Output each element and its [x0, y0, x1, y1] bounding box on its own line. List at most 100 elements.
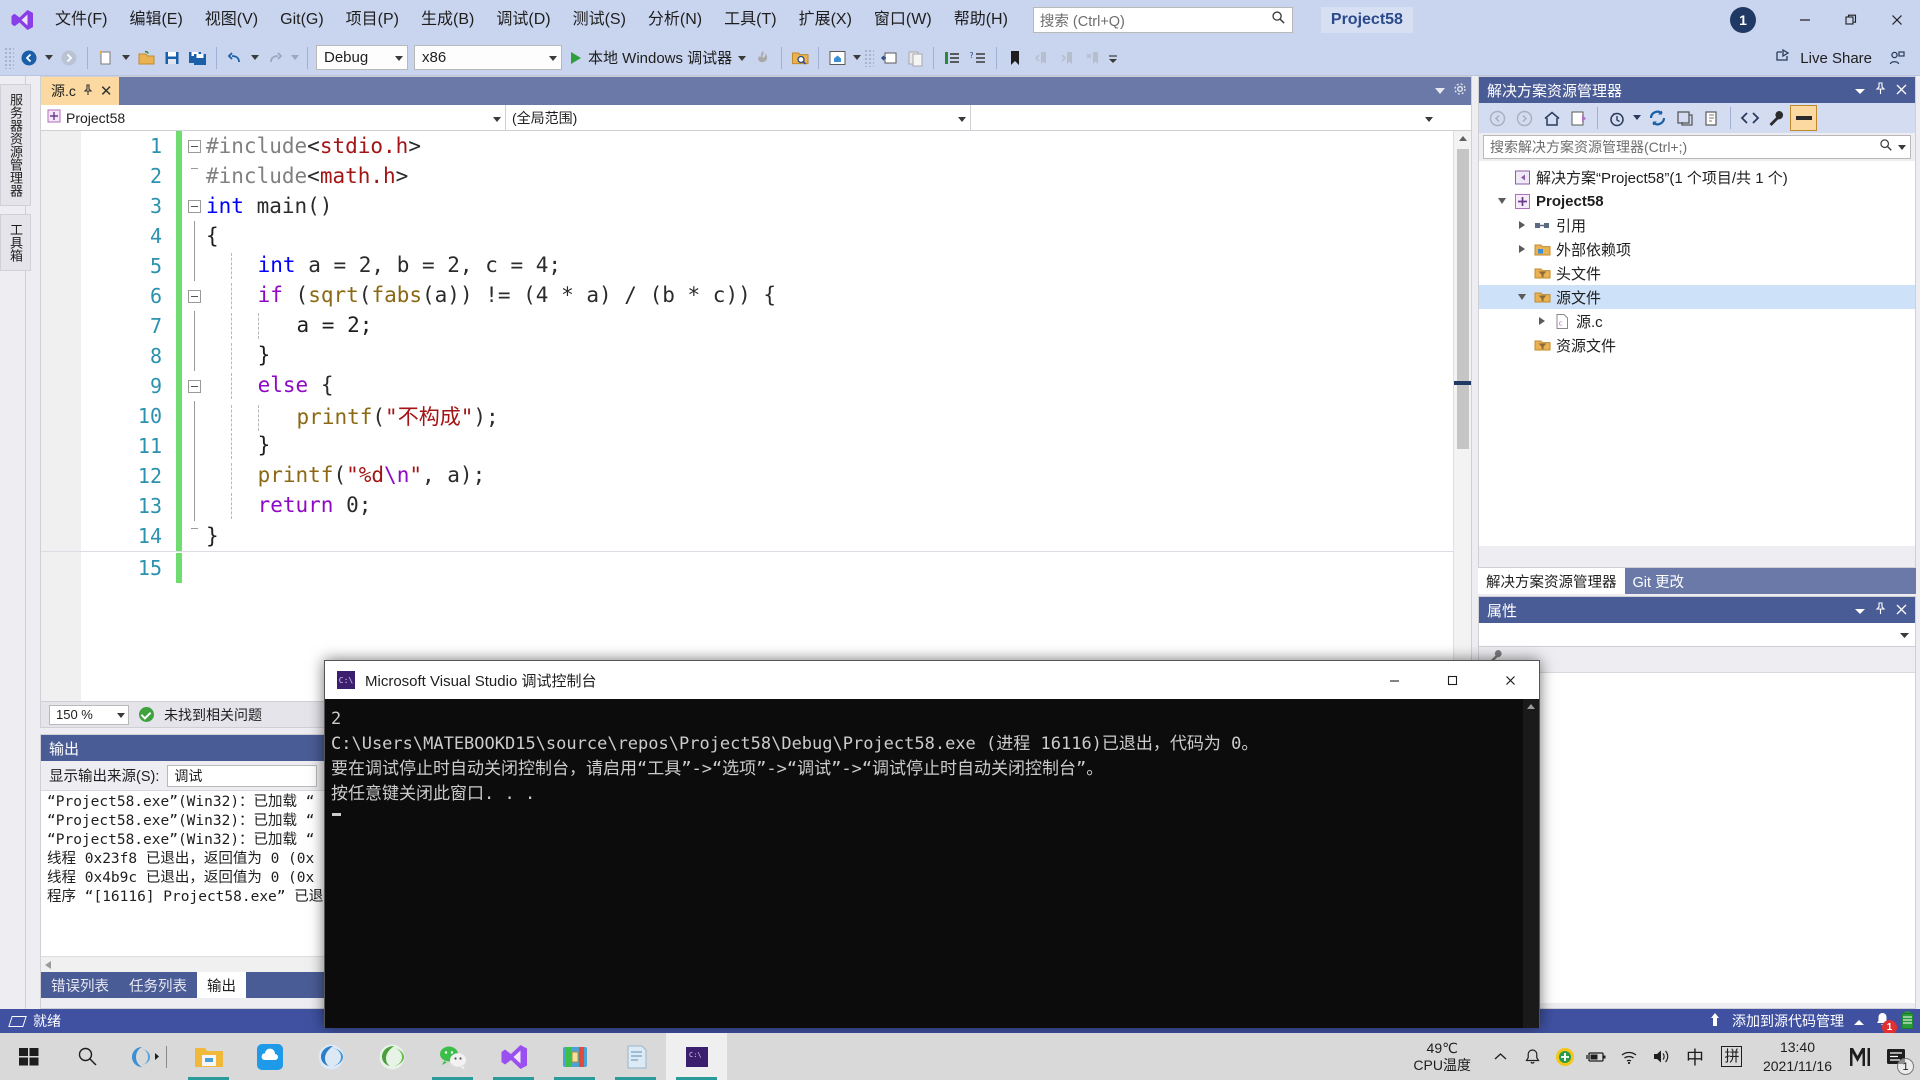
menu-help[interactable]: 帮助(H) [943, 0, 1019, 40]
properties-object-select[interactable] [1479, 623, 1915, 647]
start-button[interactable] [0, 1033, 58, 1080]
toolbar-overflow-icon[interactable] [1106, 44, 1120, 72]
se-back-icon[interactable] [1484, 105, 1511, 131]
navigate-back-dropdown-icon[interactable] [42, 44, 56, 72]
editor-vertical-scrollbar[interactable] [1453, 131, 1471, 701]
console-title-bar[interactable]: C:\ Microsoft Visual Studio 调试控制台 [325, 661, 1539, 699]
se-show-all-files-icon[interactable] [1698, 105, 1725, 131]
tree-twisty-down-2[interactable] [1513, 294, 1531, 300]
scroll-left-icon[interactable] [41, 956, 53, 974]
solution-configuration-select[interactable]: Debug [316, 45, 408, 70]
toolbar-grip-2[interactable] [864, 48, 875, 67]
menu-debug[interactable]: 调试(D) [485, 0, 561, 40]
taskbar-app-notepad[interactable] [605, 1033, 666, 1080]
save-all-icon[interactable] [185, 44, 211, 72]
tray-expand-icon[interactable] [1485, 1033, 1517, 1080]
toggle-bookmark-icon[interactable] [1002, 44, 1028, 72]
rail-tab-toolbox[interactable]: 工具箱 [0, 214, 31, 271]
tree-node-source-files[interactable]: 源文件 [1479, 285, 1915, 309]
toolbox-list-icon[interactable] [939, 44, 965, 72]
se-forward-icon[interactable] [1511, 105, 1538, 131]
tray-vendor-icon[interactable] [1844, 1033, 1876, 1080]
quick-search-box[interactable]: 搜索 (Ctrl+Q) [1032, 7, 1293, 33]
se-preview-selected-icon[interactable] [1790, 105, 1817, 131]
tree-node-header-files[interactable]: 头文件 [1479, 261, 1915, 285]
menu-edit[interactable]: 编辑(E) [118, 0, 193, 40]
console-output-area[interactable]: 2 C:\Users\MATEBOOKD15\source\repos\Proj… [325, 699, 1539, 1028]
menu-project[interactable]: 项目(P) [335, 0, 410, 40]
tree-twisty-down[interactable] [1493, 198, 1511, 204]
output-source-select[interactable]: 调试 [167, 764, 318, 787]
new-file-dropdown-icon[interactable] [119, 44, 133, 72]
solution-platform-select[interactable]: x86 [414, 45, 562, 70]
save-icon[interactable] [159, 44, 185, 72]
se-pending-dropdown-icon[interactable] [1630, 104, 1644, 132]
home-dropdown-icon[interactable] [850, 44, 864, 72]
editor-settings-icon[interactable] [1453, 82, 1467, 101]
redo-icon[interactable] [262, 44, 288, 72]
taskbar-clock[interactable]: 13:40 2021/11/16 [1751, 1038, 1844, 1076]
taskbar-app-ie-browser[interactable] [361, 1033, 422, 1080]
navigate-forward-icon[interactable] [56, 44, 82, 72]
outline-toggle[interactable] [182, 199, 206, 213]
console-scroll-up-icon[interactable] [1523, 699, 1539, 715]
tab-error-list[interactable]: 错误列表 [41, 972, 119, 998]
action-center-button[interactable]: 1 [1876, 1033, 1916, 1080]
live-share-label[interactable]: Live Share [1800, 50, 1872, 67]
code-text-area[interactable]: 1 #include<stdio.h> 2 #include<math.h> 3… [41, 131, 1471, 701]
find-in-files-icon[interactable] [787, 44, 813, 72]
start-debugging-button[interactable]: 本地 Windows 调试器 [565, 44, 750, 72]
tab-list-dropdown-icon[interactable] [1435, 82, 1445, 100]
panel-close-icon-3[interactable] [1896, 602, 1907, 619]
solution-explorer-home-icon[interactable] [824, 44, 850, 72]
taskbar-app-wechat[interactable] [422, 1033, 483, 1080]
taskbar-app-onedrive-cloud[interactable] [239, 1033, 300, 1080]
menu-window[interactable]: 窗口(W) [863, 0, 943, 40]
tree-twisty-right-2[interactable] [1513, 245, 1531, 253]
cortana-icon[interactable] [116, 1033, 178, 1080]
taskbar-app-console-window[interactable]: C:\ [666, 1033, 727, 1080]
rail-tab-server-explorer[interactable]: 服务器资源管理器 [0, 84, 31, 206]
document-tab-source-c[interactable]: 源.c ✕ [41, 77, 120, 105]
outline-toggle[interactable] [182, 379, 206, 393]
tab-solution-explorer[interactable]: 解决方案资源管理器 [1478, 568, 1625, 594]
tree-twisty-right-3[interactable] [1533, 317, 1551, 325]
undo-icon[interactable] [222, 44, 248, 72]
tree-node-references[interactable]: 引用 [1479, 213, 1915, 237]
panel-close-icon-2[interactable] [1896, 82, 1907, 99]
navbar-member-select[interactable] [971, 105, 1437, 131]
tree-node-project[interactable]: Project58 [1479, 189, 1915, 213]
menu-extensions[interactable]: 扩展(X) [788, 0, 863, 40]
tab-task-list[interactable]: 任务列表 [119, 972, 197, 998]
panel-pin-icon-3[interactable] [1875, 601, 1886, 619]
toolbar-grip[interactable] [4, 46, 14, 69]
console-close-button[interactable] [1481, 661, 1539, 699]
tree-node-external-deps[interactable]: 外部依赖项 [1479, 237, 1915, 261]
se-pending-changes-icon[interactable] [1603, 105, 1630, 131]
navbar-project-select[interactable]: Project58 [41, 104, 506, 131]
tree-node-solution[interactable]: 解决方案“Project58”(1 个项目/共 1 个) [1479, 165, 1915, 189]
panel-dropdown-icon-2[interactable] [1855, 82, 1865, 99]
se-collapse-all-icon[interactable] [1671, 105, 1698, 131]
se-refresh-icon[interactable] [1644, 105, 1671, 131]
navbar-scope-select[interactable]: (全局范围) [506, 104, 971, 131]
menu-tools[interactable]: 工具(T) [713, 0, 787, 40]
taskbar-app-visual-studio[interactable] [483, 1033, 544, 1080]
new-file-icon[interactable] [93, 44, 119, 72]
tray-notification-bell-icon[interactable] [1517, 1033, 1549, 1080]
menu-test[interactable]: 测试(S) [562, 0, 637, 40]
scrollbar-thumb[interactable] [1457, 149, 1469, 449]
outline-toggle[interactable] [182, 289, 206, 303]
outline-toggle[interactable] [182, 139, 206, 153]
menu-file[interactable]: 文件(F) [44, 0, 118, 40]
se-switch-view-icon[interactable] [1565, 105, 1592, 131]
tray-wifi-icon[interactable] [1613, 1033, 1645, 1080]
editor-zoom-select[interactable]: 150 % [49, 704, 129, 725]
se-home-icon[interactable] [1538, 105, 1565, 131]
share-person-icon[interactable] [1880, 49, 1914, 67]
redo-dropdown-icon[interactable] [288, 44, 302, 72]
tray-volume-icon[interactable] [1645, 1033, 1677, 1080]
tab-git-changes[interactable]: Git 更改 [1625, 568, 1693, 594]
tree-twisty-right[interactable] [1513, 221, 1531, 229]
clear-bookmarks-icon[interactable] [1080, 44, 1106, 72]
